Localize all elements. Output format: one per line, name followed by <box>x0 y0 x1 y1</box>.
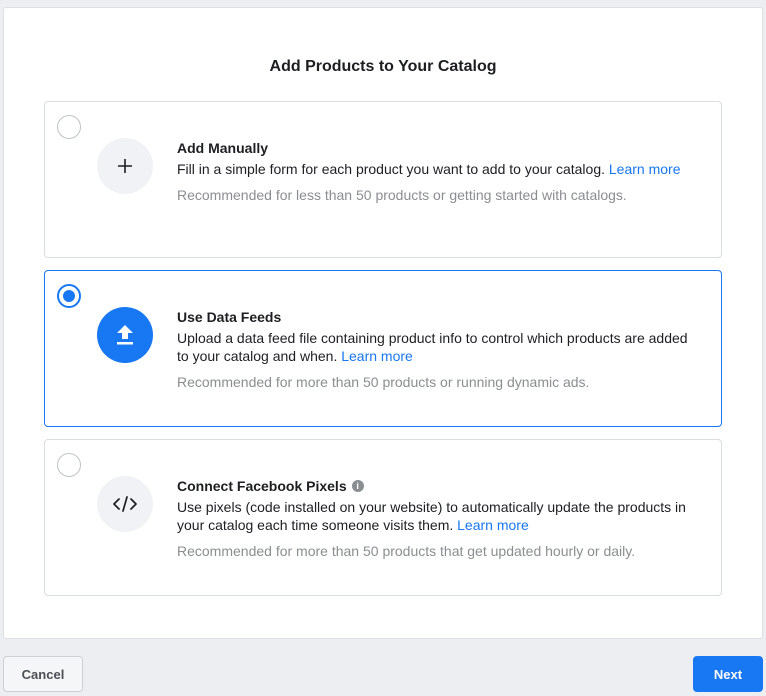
option-title: Use Data Feeds <box>177 309 282 325</box>
next-button[interactable]: Next <box>693 656 763 692</box>
code-icon <box>97 476 153 532</box>
plus-icon <box>97 138 153 194</box>
learn-more-link[interactable]: Learn more <box>609 161 681 177</box>
upload-icon <box>97 307 153 363</box>
cancel-button[interactable]: Cancel <box>3 656 83 692</box>
option-description-text: Upload a data feed file containing produ… <box>177 330 688 364</box>
option-title-text: Connect Facebook Pixels <box>177 478 347 494</box>
option-title: Connect Facebook Pixels i <box>177 477 697 495</box>
option-description-text: Use pixels (code installed on your websi… <box>177 499 686 533</box>
option-description-text: Fill in a simple form for each product y… <box>177 161 605 177</box>
radio-add-manually[interactable] <box>57 115 81 139</box>
learn-more-link[interactable]: Learn more <box>457 517 529 533</box>
option-description: Fill in a simple form for each product y… <box>177 160 697 178</box>
radio-use-data-feeds[interactable] <box>57 284 81 308</box>
info-icon[interactable]: i <box>351 480 364 492</box>
option-recommendation: Recommended for more than 50 products or… <box>177 374 590 390</box>
radio-connect-facebook-pixels[interactable] <box>57 453 81 477</box>
dialog-title: Add Products to Your Catalog <box>269 58 497 75</box>
option-recommendation: Recommended for more than 50 products th… <box>177 543 636 559</box>
dialog-panel: Add Products to Your Catalog Add Manuall… <box>3 7 763 639</box>
option-use-data-feeds[interactable]: Use Data Feeds Upload a data feed file c… <box>44 270 722 427</box>
option-add-manually[interactable]: Add Manually Fill in a simple form for e… <box>44 101 722 258</box>
option-connect-facebook-pixels[interactable]: Connect Facebook Pixels i Use pixels (co… <box>44 439 722 596</box>
option-content: Connect Facebook Pixels i Use pixels (co… <box>177 477 697 560</box>
option-description: Upload a data feed file containing produ… <box>177 329 697 365</box>
learn-more-link[interactable]: Learn more <box>341 348 413 364</box>
option-title: Add Manually <box>177 140 269 156</box>
option-content: Add Manually Fill in a simple form for e… <box>177 139 697 204</box>
option-content: Use Data Feeds Upload a data feed file c… <box>177 308 697 391</box>
option-recommendation: Recommended for less than 50 products or… <box>177 187 627 203</box>
option-description: Use pixels (code installed on your websi… <box>177 498 697 534</box>
